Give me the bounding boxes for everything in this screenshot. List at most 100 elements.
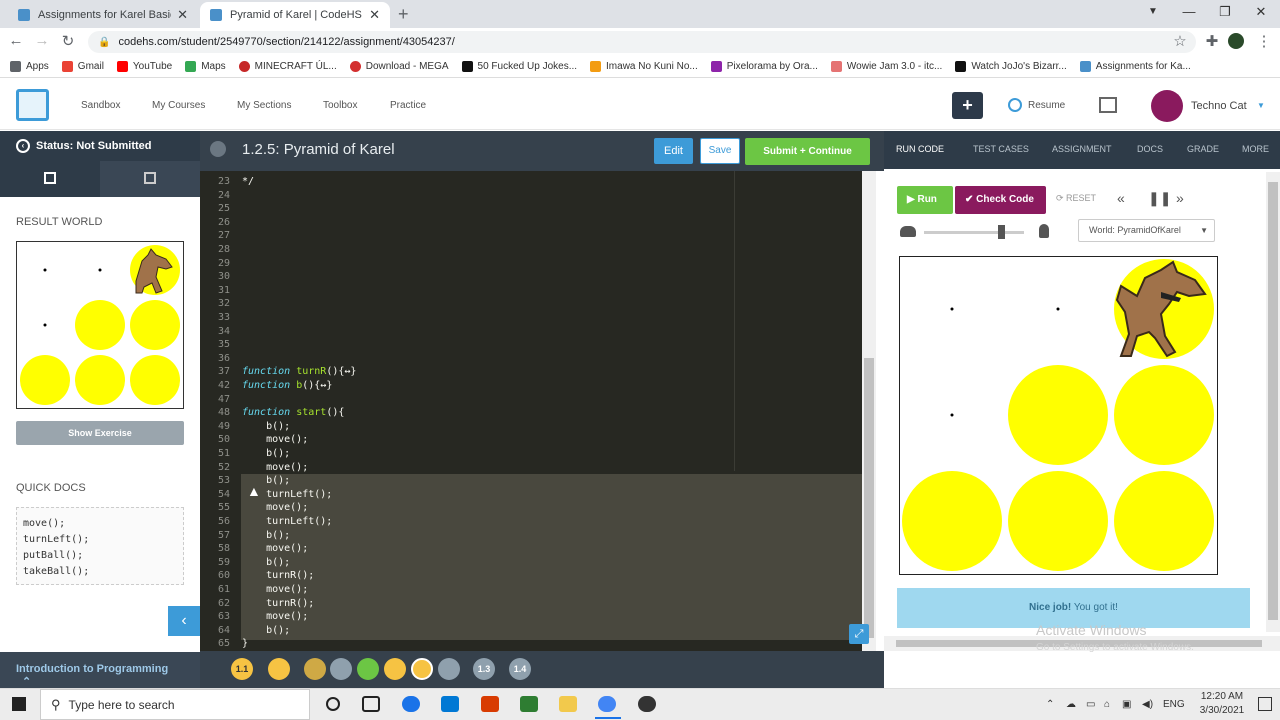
chevron-down-icon[interactable]: ▼ [1257, 101, 1265, 110]
progress-item-video[interactable] [268, 658, 290, 680]
progress-item-current[interactable] [411, 658, 433, 680]
code-line[interactable]: 35 [200, 338, 242, 352]
nav-my-sections[interactable]: My Sections [237, 100, 291, 111]
user-name[interactable]: Techno Cat [1191, 100, 1247, 112]
close-icon[interactable]: ✕ [177, 7, 188, 23]
code-line[interactable]: 61 move(); [200, 583, 308, 597]
tab-docs[interactable]: DOCS [1137, 144, 1163, 154]
bookmark-wowie[interactable]: Wowie Jam 3.0 - itc... [830, 61, 942, 72]
progress-item-doc[interactable] [357, 658, 379, 680]
avatar[interactable] [1151, 90, 1183, 122]
code-line[interactable]: 54 turnLeft(); [200, 488, 332, 502]
forward-icon[interactable]: → [32, 32, 52, 49]
code-line[interactable]: 48 function start(){ [200, 406, 344, 420]
check-code-button[interactable]: ✔ Check Code [955, 186, 1046, 214]
bookmark-minecraft[interactable]: MINECRAFT ÚL... [238, 61, 337, 72]
code-line[interactable]: 59 b(); [200, 556, 290, 570]
progress-item-1-1[interactable]: 1.1 [231, 658, 253, 680]
bookmark-jokes[interactable]: 50 Fucked Up Jokes... [461, 61, 577, 72]
code-line[interactable]: 60 turnR(); [200, 569, 314, 583]
chrome-icon[interactable] [598, 696, 616, 712]
bookmark-star-icon[interactable]: ☆ [1170, 32, 1190, 50]
code-line[interactable]: 47 [200, 393, 242, 407]
tab-run-code[interactable]: RUN CODE [896, 144, 944, 154]
bookmark-youtube[interactable]: YouTube [116, 61, 172, 72]
code-line[interactable]: 55 move(); [200, 501, 308, 515]
close-window-button[interactable]: ✕ [1246, 4, 1276, 20]
code-line[interactable]: 58 move(); [200, 542, 308, 556]
edit-button[interactable]: Edit [654, 138, 693, 164]
code-line[interactable]: 26 [200, 216, 242, 230]
window-icon[interactable] [1099, 97, 1117, 113]
obs-icon[interactable] [638, 696, 656, 712]
reset-button[interactable]: ⟳ RESET [1056, 193, 1096, 204]
bookmark-imawa[interactable]: Imawa No Kuni No... [590, 61, 698, 72]
resume-link[interactable]: Resume [1028, 100, 1065, 111]
cortana-icon[interactable] [326, 697, 340, 711]
nav-practice[interactable]: Practice [390, 100, 426, 111]
code-line[interactable]: 24 [200, 189, 242, 203]
browser-tab-pyramid[interactable]: Pyramid of Karel | CodeHS ✕ [200, 2, 390, 28]
tab-test-cases[interactable]: TEST CASES [973, 144, 1029, 154]
code-line[interactable]: 64 b(); [200, 624, 290, 638]
volume-icon[interactable]: ◀) [1142, 699, 1153, 710]
battery-icon[interactable]: ▭ [1086, 699, 1095, 710]
monitor-icon[interactable]: ▣ [1122, 699, 1131, 710]
scrollbar-thumb[interactable] [864, 358, 874, 638]
bookmark-assignments[interactable]: Assignments for Ka... [1079, 61, 1191, 72]
progress-item-1-3[interactable]: 1.3 [473, 658, 495, 680]
file-explorer-icon[interactable] [559, 696, 577, 712]
code-line[interactable]: 32 [200, 297, 242, 311]
taskbar-search[interactable]: ⚲ Type here to search [40, 689, 310, 720]
address-bar[interactable]: 🔒 codehs.com/student/2549770/section/214… [88, 31, 1196, 53]
code-line[interactable]: 62 turnR(); [200, 597, 314, 611]
course-bar[interactable]: Introduction to Programming ⌃ [0, 652, 200, 688]
speed-slider-thumb[interactable] [998, 225, 1005, 239]
task-view-icon[interactable] [362, 696, 380, 712]
create-button[interactable]: + [952, 92, 983, 119]
nav-my-courses[interactable]: My Courses [152, 100, 205, 111]
right-scrollbar-thumb[interactable] [1268, 182, 1278, 620]
code-line[interactable]: 25 [200, 202, 242, 216]
code-line[interactable]: 49 b(); [200, 420, 290, 434]
cloud-icon[interactable]: ☁ [1066, 699, 1076, 710]
minecraft-taskbar-icon[interactable] [520, 696, 538, 712]
code-lines[interactable]: 23 */ 24 25 26 27 28 29 30 31 32 33 34 35 36 37 function… [200, 175, 862, 651]
code-line[interactable]: 42 function b(){↔} [200, 379, 332, 393]
clock-time[interactable]: 12:20 AM [1194, 691, 1250, 702]
collapse-panel-button[interactable]: ‹ [168, 606, 200, 636]
code-line[interactable]: 31 [200, 284, 242, 298]
code-line[interactable]: 28 [200, 243, 242, 257]
save-button[interactable]: Save [700, 138, 740, 164]
step-back-icon[interactable]: « [1117, 190, 1125, 206]
new-tab-button[interactable]: + [398, 4, 409, 25]
gear-icon[interactable] [210, 141, 226, 157]
submit-button[interactable]: Submit + Continue [745, 138, 870, 165]
profile-avatar[interactable] [1228, 33, 1244, 49]
progress-item-locked[interactable] [438, 658, 460, 680]
nav-sandbox[interactable]: Sandbox [81, 100, 120, 111]
tab-assignment[interactable]: ASSIGNMENT [1052, 144, 1112, 154]
calendar-icon[interactable] [144, 172, 156, 184]
tab-more[interactable]: MORE [1242, 144, 1269, 154]
code-line[interactable]: 65} [200, 637, 248, 651]
code-line[interactable]: 56 turnLeft(); [200, 515, 332, 529]
code-line[interactable]: 37 function turnR(){↔} [200, 365, 356, 379]
progress-item-pencil[interactable] [384, 658, 406, 680]
tray-chevron-icon[interactable]: ⌃ [1046, 699, 1054, 710]
bookmark-mega[interactable]: Download - MEGA [349, 61, 449, 72]
bookmark-gmail[interactable]: Gmail [61, 61, 104, 72]
step-forward-icon[interactable]: » [1176, 190, 1184, 206]
code-line[interactable]: 50 move(); [200, 433, 308, 447]
back-icon[interactable]: ← [6, 32, 26, 49]
code-line[interactable]: 27 [200, 229, 242, 243]
extensions-icon[interactable]: ✚ [1202, 32, 1222, 50]
progress-item-video2[interactable] [304, 658, 326, 680]
code-line[interactable]: 57 b(); [200, 529, 290, 543]
nav-toolbox[interactable]: Toolbox [323, 100, 357, 111]
code-line[interactable]: 33 [200, 311, 242, 325]
progress-item-1-4[interactable]: 1.4 [509, 658, 531, 680]
menu-icon[interactable]: ⋮ [1254, 32, 1274, 50]
code-line[interactable]: 51 b(); [200, 447, 290, 461]
code-line[interactable]: 34 [200, 325, 242, 339]
